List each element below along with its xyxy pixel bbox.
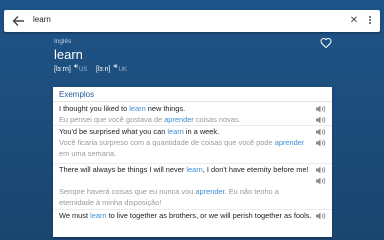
speaker-icon: 🔊︎: [73, 63, 78, 70]
speaker-english-icon[interactable]: [316, 105, 326, 113]
speaker-english-icon[interactable]: [316, 128, 326, 136]
example-english: You'd be surprised what you can learn in…: [59, 127, 314, 138]
highlighted-term: learn: [167, 127, 184, 136]
sentence-text: We must: [59, 211, 91, 220]
speaker-portuguese-icon[interactable]: [316, 177, 326, 185]
divider: [53, 209, 332, 210]
sentence-text: You'd be surprised what you can: [59, 127, 168, 136]
speaker-icon: 🔊︎: [113, 63, 118, 70]
favorite-heart-icon[interactable]: [320, 37, 332, 49]
examples-card: Exemplos I thought you liked to learn ne…: [53, 87, 332, 237]
region-uk: UK: [118, 67, 127, 73]
speaker-portuguese-icon[interactable]: [316, 139, 326, 147]
speaker-english-icon[interactable]: [316, 212, 326, 220]
pronunciation-us[interactable]: [lɜːrn] 🔊︎US: [54, 63, 88, 74]
sentence-text: Eu pensei que você gostava de: [59, 115, 165, 124]
example-portuguese: Eu pensei que você gostava de aprender c…: [59, 115, 314, 126]
example-english: There will always be things I will never…: [59, 165, 314, 176]
sentence-text: , I don't have eternity before me!: [202, 165, 309, 174]
ipa-uk: [lɜːn]: [96, 66, 111, 73]
highlighted-term: aprender: [164, 115, 194, 124]
search-input[interactable]: learn: [33, 15, 51, 24]
divider: [53, 125, 332, 126]
sentence-text: in a week.: [183, 127, 220, 136]
source-language: Inglês: [54, 38, 72, 45]
sentence-text: to live together as brothers, or we will…: [106, 211, 312, 220]
sentence-text: new things.: [145, 104, 186, 113]
highlighted-term: learn: [90, 211, 107, 220]
app-window: learn ✕ Inglês learn [lɜːrn] 🔊︎US [lɜːn] 🔊…: [0, 0, 384, 240]
highlighted-term: learn: [186, 165, 203, 174]
pronunciation-uk[interactable]: [lɜːn] 🔊︎UK: [96, 63, 127, 74]
highlighted-term: learn: [129, 104, 146, 113]
divider: [53, 101, 332, 102]
ipa-us: [lɜːrn]: [54, 66, 71, 73]
sentence-text: Você ficaria surpreso com a quantidade d…: [59, 138, 275, 147]
example-english: We must learn to live together as brothe…: [59, 211, 314, 222]
sentence-text: I thought you liked to: [59, 104, 130, 113]
headword: learn: [54, 47, 83, 62]
more-options-icon[interactable]: [365, 15, 375, 27]
sentence-text: Sempre haverá coisas que eu nunca vou: [59, 187, 196, 196]
sentence-text: em uma semana.: [59, 148, 117, 158]
examples-title: Exemplos: [59, 90, 95, 99]
search-bar[interactable]: learn ✕: [4, 10, 380, 32]
sentence-text: coisas novas.: [193, 115, 241, 124]
example-portuguese: Sempre haverá coisas que eu nunca vou ap…: [59, 187, 314, 208]
example-english: I thought you liked to learn new things.: [59, 104, 314, 115]
highlighted-term: aprender: [274, 138, 305, 147]
divider: [53, 163, 332, 164]
highlighted-term: aprender: [195, 187, 225, 196]
clear-icon[interactable]: ✕: [348, 15, 360, 27]
example-portuguese: Você ficaria surpreso com a quantidade d…: [59, 138, 314, 159]
region-us: US: [78, 67, 88, 73]
sentence-text: There will always be things I will never: [59, 165, 187, 174]
speaker-english-icon[interactable]: [316, 166, 326, 174]
speaker-portuguese-icon[interactable]: [316, 116, 326, 124]
back-arrow-icon[interactable]: [11, 15, 25, 27]
